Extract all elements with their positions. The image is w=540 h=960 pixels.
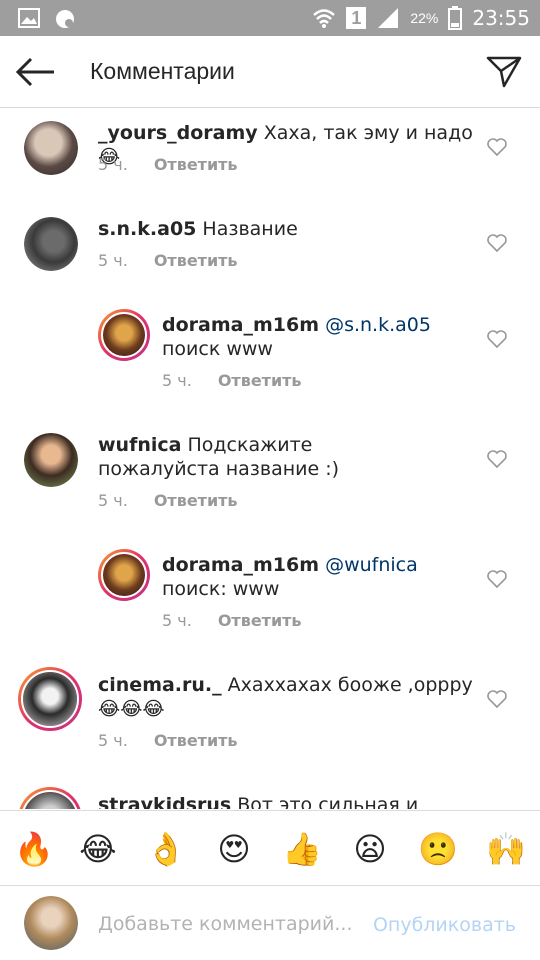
comment-message: поиск: www — [162, 578, 280, 600]
comment-username[interactable]: cinema.ru._ — [98, 674, 222, 696]
mention-link[interactable]: @s.n.k.a05 — [325, 314, 431, 336]
avatar[interactable] — [18, 787, 82, 809]
reply-button[interactable]: Ответить — [154, 731, 238, 750]
comment-text: cinema.ru._ Ахаххахах бооже ,орррy 😂😂😂 — [98, 673, 478, 721]
heart-eyes-emoji-button[interactable]: 😍 — [214, 829, 254, 869]
reply-button[interactable]: Ответить — [218, 611, 302, 630]
header: Комментарии — [0, 36, 540, 108]
comment-text: stravkidsrus Вот это сильная и — [98, 793, 478, 809]
signal-icon — [378, 8, 399, 28]
avatar[interactable] — [24, 121, 78, 175]
battery-percent: 22% — [410, 10, 439, 26]
comment-time: 5 ч. — [98, 731, 128, 750]
comment-text: s.n.k.a05 Название — [98, 217, 478, 241]
avatar[interactable] — [98, 309, 150, 361]
status-bar: 1 22% 23:55 — [0, 0, 540, 36]
comment-item: stravkidsrus Вот это сильная и — [0, 781, 540, 809]
heart-icon[interactable] — [486, 449, 508, 469]
back-button[interactable] — [14, 54, 58, 90]
status-system-icons: 1 22% 23:55 — [312, 0, 530, 36]
ok-hand-emoji-button[interactable]: 👌 — [146, 829, 186, 869]
arrow-left-icon — [15, 57, 54, 87]
comment-meta: 5 ч. Ответить — [162, 371, 302, 390]
avatar[interactable] — [18, 667, 82, 731]
comment-meta: 5 ч. Ответить — [98, 155, 238, 174]
avatar[interactable] — [24, 217, 78, 271]
comment-input[interactable] — [98, 908, 368, 940]
thumbs-up-emoji-button[interactable]: 👍 — [282, 829, 322, 869]
reply-button[interactable]: Ответить — [154, 251, 238, 270]
comment-item: cinema.ru._ Ахаххахах бооже ,орррy 😂😂😂 5… — [0, 661, 540, 781]
reply-button[interactable]: Ответить — [218, 371, 302, 390]
heart-icon[interactable] — [486, 137, 508, 157]
current-user-avatar — [24, 896, 78, 950]
comments-list[interactable]: _yours_doramy Хаха, так эму и надо😂 5 ч.… — [0, 109, 540, 809]
reply-button[interactable]: Ответить — [154, 155, 238, 174]
comment-reply-item: dorama_m16m @s.n.k.a05 поиск www 5 ч. Отв… — [0, 301, 540, 421]
paper-plane-icon — [486, 56, 522, 88]
comment-time: 5 ч. — [162, 611, 192, 630]
comment-username[interactable]: dorama_m16m — [162, 314, 319, 336]
avatar[interactable] — [24, 433, 78, 487]
heart-icon[interactable] — [486, 233, 508, 253]
laughing-emoji-button[interactable]: 😂 — [78, 829, 118, 869]
comment-meta: 5 ч. Ответить — [98, 491, 238, 510]
publish-button[interactable]: Опубликовать — [373, 914, 516, 936]
comment-meta: 5 ч. Ответить — [162, 611, 302, 630]
comment-message: Название — [196, 218, 298, 240]
comment-composer: Опубликовать — [0, 886, 540, 960]
wifi-icon — [313, 9, 336, 28]
heart-icon[interactable] — [486, 569, 508, 589]
share-button[interactable] — [484, 52, 524, 92]
comment-username[interactable]: stravkidsrus — [98, 794, 231, 809]
chat-notification-icon — [56, 10, 74, 28]
comment-text: dorama_m16m @s.n.k.a05 поиск www — [162, 313, 472, 361]
comment-meta: 5 ч. Ответить — [98, 251, 238, 270]
sim-slot-icon: 1 — [346, 7, 367, 29]
heart-icon[interactable] — [486, 329, 508, 349]
comment-time: 5 ч. — [162, 371, 192, 390]
comment-username[interactable]: wufnica — [98, 434, 181, 456]
comment-item: _yours_doramy Хаха, так эму и надо😂 5 ч.… — [0, 109, 540, 205]
comment-time: 5 ч. — [98, 251, 128, 270]
raised-hands-emoji-button[interactable]: 🙌 — [486, 829, 526, 869]
mention-link[interactable]: @wufnica — [325, 554, 418, 576]
comment-item: wufnica Подскажите пожалуйста название :… — [0, 421, 540, 541]
clock: 23:55 — [472, 6, 530, 30]
emoji-quick-bar: 🔥 😂 👌 😍 👍 😦 🙁 🙌 — [0, 810, 540, 886]
page-title: Комментарии — [90, 58, 235, 84]
comment-username[interactable]: dorama_m16m — [162, 554, 319, 576]
comment-message: Вот это сильная и — [231, 794, 419, 809]
status-notification-icons — [18, 8, 76, 30]
slight-frown-emoji-button[interactable]: 🙁 — [418, 829, 458, 869]
comment-username[interactable]: _yours_doramy — [98, 122, 258, 144]
reply-button[interactable]: Ответить — [154, 491, 238, 510]
fire-emoji-button[interactable]: 🔥 — [14, 829, 54, 869]
comment-item: s.n.k.a05 Название 5 ч. Ответить — [0, 205, 540, 301]
comment-time: 5 ч. — [98, 155, 128, 174]
gallery-notification-icon — [18, 8, 40, 28]
comment-text: wufnica Подскажите пожалуйста название :… — [98, 433, 438, 481]
comment-message: поиск www — [162, 338, 273, 360]
comment-username[interactable]: s.n.k.a05 — [98, 218, 196, 240]
battery-icon — [448, 6, 463, 30]
avatar[interactable] — [98, 549, 150, 601]
comment-reply-item: dorama_m16m @wufnica поиск: www 5 ч. Отве… — [0, 541, 540, 661]
frowning-emoji-button[interactable]: 😦 — [350, 829, 390, 869]
heart-icon[interactable] — [486, 689, 508, 709]
comment-text: dorama_m16m @wufnica поиск: www — [162, 553, 472, 601]
comment-time: 5 ч. — [98, 491, 128, 510]
comment-meta: 5 ч. Ответить — [98, 731, 238, 750]
